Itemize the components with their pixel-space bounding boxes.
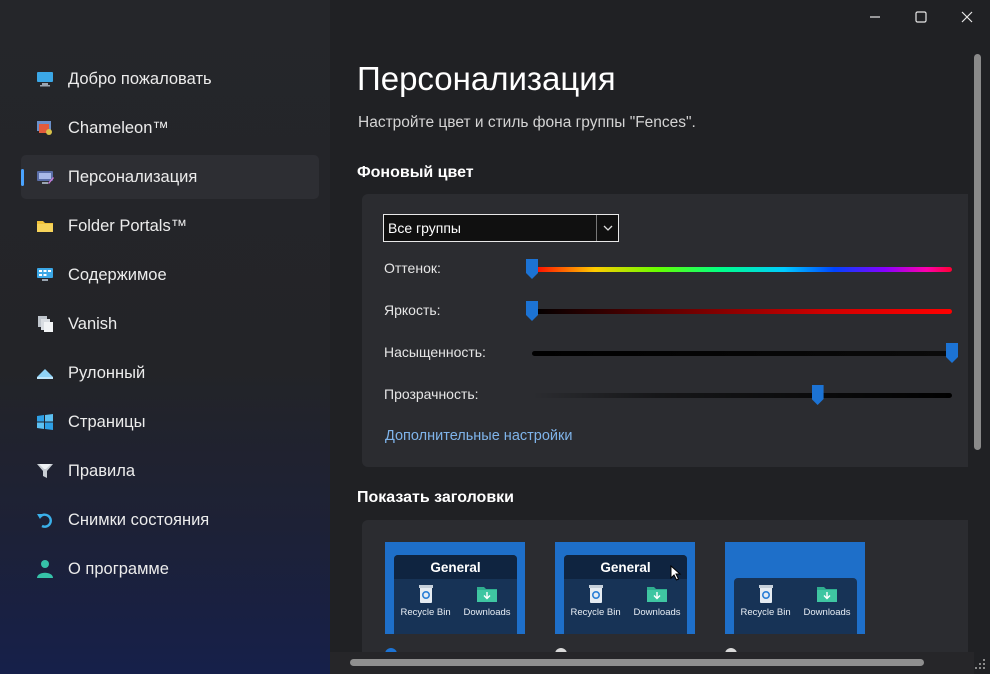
recycle-bin-icon bbox=[755, 584, 777, 604]
headers-card: General Recycle Bin Downloads General Re… bbox=[362, 520, 968, 674]
transparency-label: Прозрачность: bbox=[384, 386, 479, 402]
brightness-slider-thumb[interactable] bbox=[526, 301, 538, 321]
sidebar-item-label: Правила bbox=[68, 461, 135, 480]
preview-item-recycle-bin: Recycle Bin bbox=[570, 584, 621, 618]
header-preview-2[interactable]: General Recycle Bin Downloads bbox=[555, 542, 695, 634]
hue-slider-thumb[interactable] bbox=[526, 259, 538, 279]
sidebar-item-label: Folder Portals™ bbox=[68, 216, 188, 235]
hue-slider[interactable] bbox=[526, 259, 952, 279]
advanced-settings-link[interactable]: Дополнительные настройки bbox=[385, 428, 572, 444]
close-icon bbox=[961, 10, 973, 28]
sidebar-item-personalization[interactable]: Персонализация bbox=[21, 155, 319, 199]
header-preview-3[interactable]: Recycle Bin Downloads bbox=[725, 542, 865, 634]
preview-fence-header: General bbox=[564, 555, 687, 579]
maximize-button[interactable] bbox=[898, 0, 944, 38]
preview-fence-panel: General Recycle Bin Downloads bbox=[564, 555, 687, 634]
vertical-scrollbar[interactable] bbox=[974, 54, 981, 450]
saturation-label: Насыщенность: bbox=[384, 344, 486, 360]
sidebar-item-snapshots[interactable]: Снимки состояния bbox=[21, 498, 319, 542]
preview-item-downloads: Downloads bbox=[634, 584, 681, 618]
chevron-down-icon bbox=[596, 215, 618, 241]
sidebar: Добро пожаловать Chameleon™ Персонализац… bbox=[0, 0, 330, 674]
undo-icon bbox=[35, 510, 55, 530]
sidebar-item-chameleon[interactable]: Chameleon™ bbox=[21, 106, 319, 150]
header-preview-1[interactable]: General Recycle Bin Downloads bbox=[385, 542, 525, 634]
recycle-bin-icon bbox=[415, 584, 437, 604]
preview-fence-panel: General Recycle Bin Downloads bbox=[394, 555, 517, 634]
mouse-pointer-icon bbox=[670, 564, 682, 586]
chameleon-icon bbox=[35, 118, 55, 138]
sidebar-item-label: Добро пожаловать bbox=[68, 69, 212, 88]
preview-item-downloads: Downloads bbox=[804, 584, 851, 618]
sidebar-item-label: Страницы bbox=[68, 412, 146, 431]
sidebar-item-pages[interactable]: Страницы bbox=[21, 400, 319, 444]
main-content: Персонализация Настройте цвет и стиль фо… bbox=[330, 0, 990, 674]
sidebar-item-about[interactable]: О программе bbox=[21, 547, 319, 591]
saturation-slider-thumb[interactable] bbox=[946, 343, 958, 363]
app-window: Добро пожаловать Chameleon™ Персонализац… bbox=[0, 0, 990, 674]
transparency-slider-thumb[interactable] bbox=[811, 385, 824, 405]
brightness-slider[interactable] bbox=[526, 301, 952, 321]
sidebar-item-welcome[interactable]: Добро пожаловать bbox=[21, 57, 319, 101]
background-color-card: Все группы Оттенок: Яркость: Насыщенност… bbox=[362, 194, 968, 467]
desktop-grid-icon bbox=[35, 265, 55, 285]
sidebar-item-rules[interactable]: Правила bbox=[21, 449, 319, 493]
preview-item-recycle-bin: Recycle Bin bbox=[740, 584, 791, 618]
windows-icon bbox=[35, 412, 55, 432]
filter-icon bbox=[35, 461, 55, 481]
sidebar-item-vanish[interactable]: Vanish bbox=[21, 302, 319, 346]
horizontal-scrollbar[interactable] bbox=[350, 659, 924, 666]
page-title: Персонализация bbox=[357, 60, 616, 97]
pages-icon bbox=[35, 314, 55, 334]
sidebar-item-label: Vanish bbox=[68, 314, 118, 333]
minimize-icon bbox=[869, 10, 881, 28]
preview-fence-header: General bbox=[394, 555, 517, 579]
sidebar-item-label: Рулонный bbox=[68, 363, 146, 382]
resize-grip-icon[interactable] bbox=[968, 652, 990, 674]
personalize-icon bbox=[35, 167, 55, 187]
sidebar-item-label: Chameleon™ bbox=[68, 118, 169, 137]
group-select-value: Все группы bbox=[388, 220, 461, 236]
downloads-folder-icon bbox=[816, 584, 838, 604]
brightness-label: Яркость: bbox=[384, 302, 441, 318]
close-button[interactable] bbox=[944, 0, 990, 38]
preview-item-downloads: Downloads bbox=[464, 584, 511, 618]
folder-icon bbox=[35, 216, 55, 236]
page-subtitle: Настройте цвет и стиль фона группы "Fenc… bbox=[358, 114, 696, 131]
sidebar-item-folder-portals[interactable]: Folder Portals™ bbox=[21, 204, 319, 248]
sidebar-item-label: О программе bbox=[68, 559, 169, 578]
minimize-button[interactable] bbox=[852, 0, 898, 38]
user-icon bbox=[35, 559, 55, 579]
maximize-icon bbox=[915, 10, 927, 28]
preview-fence-panel: Recycle Bin Downloads bbox=[734, 578, 857, 634]
preview-item-recycle-bin: Recycle Bin bbox=[400, 584, 451, 618]
sidebar-item-content[interactable]: Содержимое bbox=[21, 253, 319, 297]
section-title-background: Фоновый цвет bbox=[357, 164, 474, 181]
transparency-slider[interactable] bbox=[532, 385, 952, 405]
monitor-icon bbox=[35, 69, 55, 89]
group-select[interactable]: Все группы bbox=[383, 214, 619, 242]
downloads-folder-icon bbox=[646, 584, 668, 604]
downloads-folder-icon bbox=[476, 584, 498, 604]
sidebar-nav: Добро пожаловать Chameleon™ Персонализац… bbox=[21, 57, 319, 596]
sidebar-item-label: Содержимое bbox=[68, 265, 167, 284]
rollup-icon bbox=[35, 363, 55, 383]
hue-label: Оттенок: bbox=[384, 260, 441, 276]
recycle-bin-icon bbox=[585, 584, 607, 604]
sidebar-item-rollup[interactable]: Рулонный bbox=[21, 351, 319, 395]
section-title-headers: Показать заголовки bbox=[357, 489, 515, 506]
window-caption-buttons bbox=[852, 0, 990, 38]
sidebar-item-label: Снимки состояния bbox=[68, 510, 210, 529]
saturation-slider[interactable] bbox=[532, 343, 958, 363]
sidebar-item-label: Персонализация bbox=[68, 167, 198, 186]
